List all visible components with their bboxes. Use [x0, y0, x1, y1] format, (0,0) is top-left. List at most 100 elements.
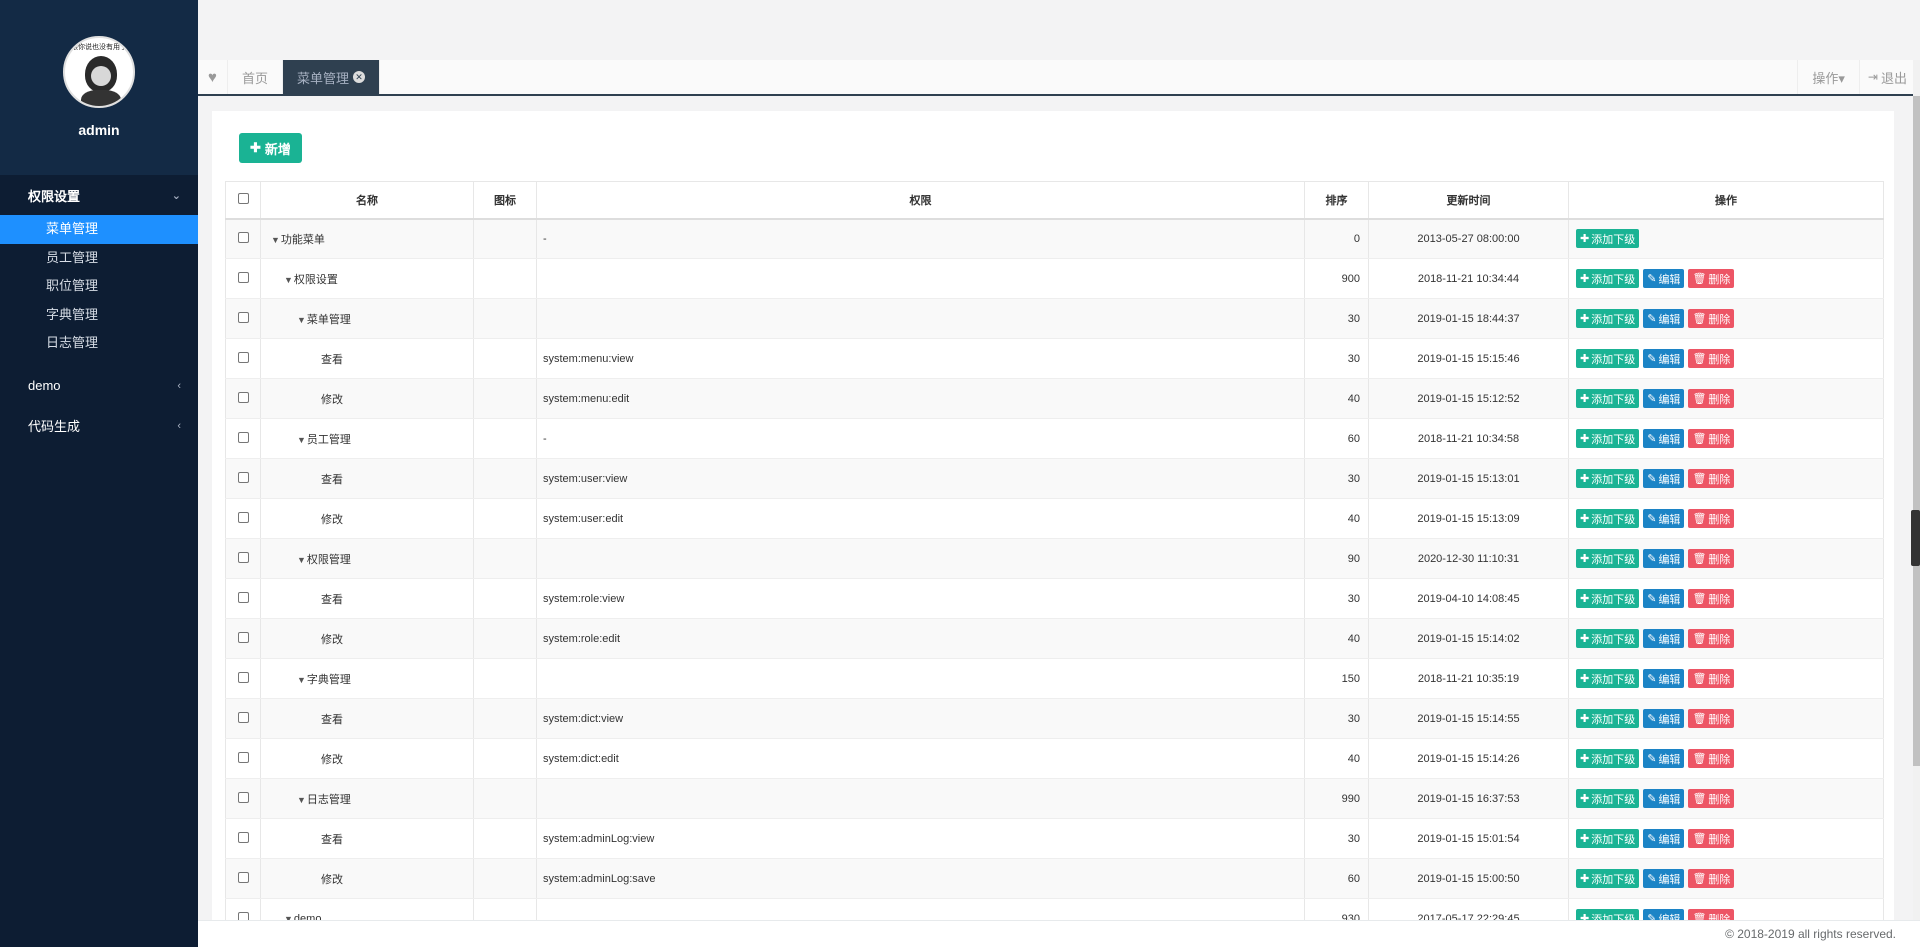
- add-child-button[interactable]: ✚ 添加下级: [1576, 909, 1640, 920]
- row-checkbox[interactable]: [225, 458, 261, 499]
- column-header-sort[interactable]: 排序: [1304, 181, 1369, 220]
- add-child-button[interactable]: ✚ 添加下级: [1576, 669, 1640, 688]
- edit-button[interactable]: ✎ 编辑: [1643, 589, 1685, 608]
- row-checkbox[interactable]: [225, 338, 261, 379]
- side-handle[interactable]: [1911, 510, 1920, 566]
- row-checkbox[interactable]: [225, 778, 261, 819]
- add-child-button[interactable]: ✚ 添加下级: [1576, 829, 1640, 848]
- delete-button[interactable]: 🗑 删除: [1688, 429, 1735, 448]
- heart-icon[interactable]: ♥: [198, 60, 228, 94]
- sidebar-group-permissions[interactable]: 权限设置 ⌄: [0, 175, 198, 215]
- add-child-button[interactable]: ✚ 添加下级: [1576, 509, 1640, 528]
- row-checkbox[interactable]: [225, 738, 261, 779]
- column-header-updated[interactable]: 更新时间: [1368, 181, 1569, 220]
- logout-button[interactable]: ⇥ 退出: [1858, 60, 1913, 94]
- scrollbar-thumb[interactable]: [1913, 96, 1920, 766]
- column-header-name[interactable]: 名称: [260, 181, 474, 220]
- caret-down-icon[interactable]: ▼: [297, 555, 306, 565]
- edit-button[interactable]: ✎ 编辑: [1643, 789, 1685, 808]
- row-checkbox[interactable]: [225, 298, 261, 339]
- add-child-button[interactable]: ✚ 添加下级: [1576, 869, 1640, 888]
- table-row[interactable]: ▼权限管理 90 2020-12-30 11:10:31 ✚ 添加下级 ✎ 编辑 🗑 删除: [225, 538, 1884, 579]
- table-row[interactable]: ▼权限设置 900 2018-11-21 10:34:44 ✚ 添加下级 ✎ 编辑 🗑 删除: [225, 258, 1884, 299]
- add-child-button[interactable]: ✚ 添加下级: [1576, 309, 1640, 328]
- sidebar-item-employee-management[interactable]: 员工管理: [0, 244, 198, 273]
- add-child-button[interactable]: ✚ 添加下级: [1576, 629, 1640, 648]
- table-row[interactable]: ▼日志管理 990 2019-01-15 16:37:53 ✚ 添加下级 ✎ 编辑 🗑 删除: [225, 778, 1884, 819]
- operations-dropdown[interactable]: 操作▾: [1797, 60, 1859, 94]
- delete-button[interactable]: 🗑 删除: [1688, 589, 1735, 608]
- edit-button[interactable]: ✎ 编辑: [1643, 309, 1685, 328]
- row-checkbox[interactable]: [225, 578, 261, 619]
- delete-button[interactable]: 🗑 删除: [1688, 869, 1735, 888]
- username[interactable]: admin: [78, 122, 119, 138]
- sidebar-item-position-management[interactable]: 职位管理: [0, 272, 198, 301]
- table-row[interactable]: 查看 system:dict:view 30 2019-01-15 15:14:55 ✚…: [225, 698, 1884, 739]
- caret-down-icon[interactable]: ▼: [297, 795, 306, 805]
- tab-menu-management[interactable]: 菜单管理 ✕: [283, 60, 381, 94]
- avatar[interactable]: 跟你说也没有用了: [63, 36, 135, 108]
- row-checkbox[interactable]: [225, 698, 261, 739]
- scrollbar[interactable]: [1913, 60, 1920, 920]
- table-row[interactable]: 查看 system:menu:view 30 2019-01-15 15:15:46 ✚…: [225, 338, 1884, 379]
- delete-button[interactable]: 🗑 删除: [1688, 269, 1735, 288]
- table-row[interactable]: 修改 system:menu:edit 40 2019-01-15 15:12:52 ✚…: [225, 378, 1884, 419]
- edit-button[interactable]: ✎ 编辑: [1643, 909, 1685, 920]
- edit-button[interactable]: ✎ 编辑: [1643, 829, 1685, 848]
- table-row[interactable]: ▼菜单管理 30 2019-01-15 18:44:37 ✚ 添加下级 ✎ 编辑 🗑 删除: [225, 298, 1884, 339]
- add-child-button[interactable]: ✚ 添加下级: [1576, 589, 1640, 608]
- caret-down-icon[interactable]: ▼: [284, 275, 293, 285]
- column-header-actions[interactable]: 操作: [1568, 181, 1884, 220]
- row-checkbox[interactable]: [225, 418, 261, 459]
- sidebar-group-codegen[interactable]: 代码生成 ‹: [0, 406, 198, 446]
- table-row[interactable]: 查看 system:role:view 30 2019-04-10 14:08:45 ✚…: [225, 578, 1884, 619]
- add-child-button[interactable]: ✚ 添加下级: [1576, 229, 1640, 249]
- edit-button[interactable]: ✎ 编辑: [1643, 389, 1685, 408]
- caret-down-icon[interactable]: ▼: [271, 235, 280, 245]
- edit-button[interactable]: ✎ 编辑: [1643, 669, 1685, 688]
- delete-button[interactable]: 🗑 删除: [1688, 309, 1735, 328]
- add-child-button[interactable]: ✚ 添加下级: [1576, 269, 1640, 288]
- add-button[interactable]: ✚ 新增: [239, 133, 302, 163]
- delete-button[interactable]: 🗑 删除: [1688, 829, 1735, 848]
- delete-button[interactable]: 🗑 删除: [1688, 389, 1735, 408]
- add-child-button[interactable]: ✚ 添加下级: [1576, 469, 1640, 488]
- edit-button[interactable]: ✎ 编辑: [1643, 349, 1685, 368]
- delete-button[interactable]: 🗑 删除: [1688, 709, 1735, 728]
- delete-button[interactable]: 🗑 删除: [1688, 629, 1735, 648]
- row-checkbox[interactable]: [225, 258, 261, 299]
- add-child-button[interactable]: ✚ 添加下级: [1576, 349, 1640, 368]
- table-row[interactable]: 查看 system:user:view 30 2019-01-15 15:13:01 ✚…: [225, 458, 1884, 499]
- table-row[interactable]: ▼字典管理 150 2018-11-21 10:35:19 ✚ 添加下级 ✎ 编辑 🗑 删除: [225, 658, 1884, 699]
- edit-button[interactable]: ✎ 编辑: [1643, 549, 1685, 568]
- table-row[interactable]: ▼功能菜单 -0 2013-05-27 08:00:00 ✚ 添加下级: [225, 218, 1884, 259]
- delete-button[interactable]: 🗑 删除: [1688, 349, 1735, 368]
- delete-button[interactable]: 🗑 删除: [1688, 549, 1735, 568]
- delete-button[interactable]: 🗑 删除: [1688, 749, 1735, 768]
- delete-button[interactable]: 🗑 删除: [1688, 469, 1735, 488]
- row-checkbox[interactable]: [225, 618, 261, 659]
- sidebar-item-menu-management[interactable]: 菜单管理: [0, 215, 198, 244]
- sidebar-item-log-management[interactable]: 日志管理: [0, 329, 198, 358]
- add-child-button[interactable]: ✚ 添加下级: [1576, 749, 1640, 768]
- caret-down-icon[interactable]: ▼: [297, 675, 306, 685]
- table-row[interactable]: 修改 system:adminLog:save 60 2019-01-15 15:00…: [225, 858, 1884, 899]
- table-row[interactable]: 修改 system:user:edit 40 2019-01-15 15:13:09 ✚…: [225, 498, 1884, 539]
- row-checkbox[interactable]: [225, 898, 261, 920]
- row-checkbox[interactable]: [225, 498, 261, 539]
- sidebar-item-dictionary-management[interactable]: 字典管理: [0, 301, 198, 330]
- table-row[interactable]: 修改 system:role:edit 40 2019-01-15 15:14:02 ✚…: [225, 618, 1884, 659]
- table-row[interactable]: ▼demo 930 2017-05-17 22:29:45 ✚ 添加下级 ✎ 编辑 🗑 删除: [225, 898, 1884, 920]
- table-row[interactable]: ▼员工管理 -60 2018-11-21 10:34:58 ✚ 添加下级 ✎ 编辑 🗑 删除: [225, 418, 1884, 459]
- caret-down-icon[interactable]: ▼: [297, 315, 306, 325]
- delete-button[interactable]: 🗑 删除: [1688, 509, 1735, 528]
- add-child-button[interactable]: ✚ 添加下级: [1576, 389, 1640, 408]
- delete-button[interactable]: 🗑 删除: [1688, 909, 1735, 920]
- edit-button[interactable]: ✎ 编辑: [1643, 469, 1685, 488]
- add-child-button[interactable]: ✚ 添加下级: [1576, 429, 1640, 448]
- row-checkbox[interactable]: [225, 858, 261, 899]
- table-row[interactable]: 查看 system:adminLog:view 30 2019-01-15 15:01…: [225, 818, 1884, 859]
- edit-button[interactable]: ✎ 编辑: [1643, 509, 1685, 528]
- row-checkbox[interactable]: [225, 218, 261, 259]
- sidebar-group-demo[interactable]: demo ‹: [0, 366, 198, 406]
